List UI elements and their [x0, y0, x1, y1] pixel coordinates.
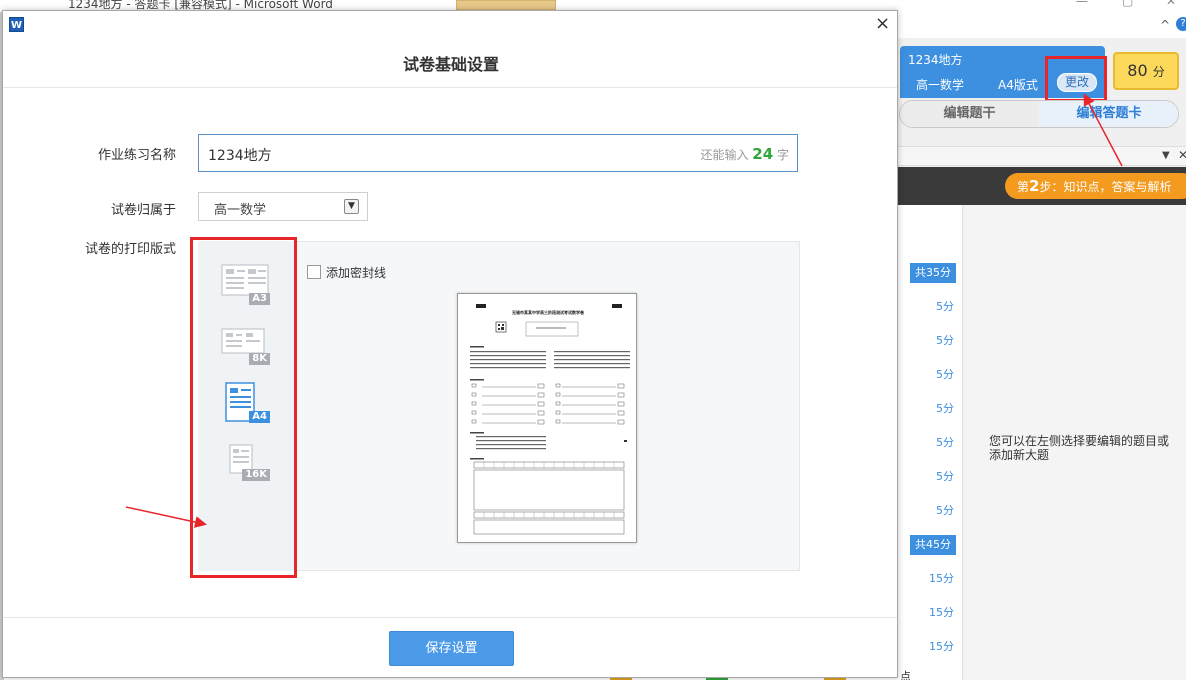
- question-score[interactable]: 5分: [924, 297, 954, 317]
- dialog-close-icon[interactable]: ×: [875, 13, 890, 34]
- remaining-count: 24: [752, 145, 774, 163]
- restore-icon[interactable]: ▢: [1122, 0, 1133, 8]
- basic-settings-dialog: W × 试卷基础设置 作业练习名称 1234地方 还能输入 24 字 试卷归属于…: [2, 10, 898, 678]
- remaining-chars: 还能输入 24 字: [700, 145, 789, 163]
- dialog-title: 试卷基础设置: [402, 55, 499, 74]
- question-score[interactable]: 5分: [924, 433, 954, 453]
- step-indicator: 第2步：知识点，答案与解析: [1005, 173, 1186, 199]
- section-total-score[interactable]: 共45分: [910, 535, 956, 555]
- step-suffix: 步: [1039, 180, 1052, 194]
- paper-subject: 高一数学: [916, 78, 965, 92]
- seal-line-checkbox[interactable]: [307, 265, 321, 279]
- subject-select[interactable]: 高一数学 ▼: [198, 192, 368, 221]
- remaining-suffix: 字: [776, 148, 789, 162]
- question-score[interactable]: 5分: [924, 365, 954, 385]
- subject-select-value: 高一数学: [214, 203, 267, 218]
- answer-sheet-preview: 无锡市某某中学高三阶段测试考试数学卷: [457, 293, 637, 543]
- help-icon[interactable]: ?: [1176, 17, 1186, 31]
- panel-header-bar: [897, 146, 1186, 166]
- answer-sheet-thumbnail: 无锡市某某中学高三阶段测试考试数学卷: [470, 304, 630, 535]
- total-score-unit: 分: [1152, 65, 1165, 79]
- editor-hint: 您可以在左侧选择要编辑的题目或添加新大题: [989, 434, 1170, 462]
- panel-close-icon[interactable]: ✕: [1178, 148, 1186, 162]
- total-score-value: 80: [1127, 61, 1148, 80]
- highlight-box-formats: [190, 237, 297, 578]
- footer-divider: [3, 617, 897, 618]
- section-total-score[interactable]: 共35分: [910, 263, 956, 283]
- tab-edit-stem[interactable]: 编辑题干: [900, 101, 1039, 127]
- remaining-prefix: 还能输入: [700, 148, 749, 162]
- tab-edit-answer-card[interactable]: 编辑答题卡: [1039, 101, 1178, 127]
- question-score[interactable]: 15分: [924, 569, 954, 589]
- question-score[interactable]: 5分: [924, 331, 954, 351]
- name-input[interactable]: 1234地方 还能输入 24 字: [198, 134, 798, 172]
- question-score[interactable]: 5分: [924, 467, 954, 487]
- word-ribbon-tab[interactable]: [456, 0, 556, 10]
- minimize-icon[interactable]: —: [1076, 0, 1088, 8]
- step-number: 2: [1029, 177, 1040, 195]
- subject-label: 试卷归属于: [110, 203, 176, 218]
- question-score[interactable]: 5分: [924, 399, 954, 419]
- question-score[interactable]: 5分: [924, 501, 954, 521]
- paper-format: A4版式: [998, 78, 1038, 92]
- name-input-value[interactable]: 1234地方: [208, 145, 272, 165]
- ribbon-collapse-icon[interactable]: ^: [1160, 18, 1170, 32]
- name-label: 作业练习名称: [97, 148, 176, 163]
- title-divider: [3, 87, 897, 88]
- save-settings-button[interactable]: 保存设置: [389, 631, 514, 666]
- word-app-icon: W: [9, 17, 24, 32]
- chevron-down-icon[interactable]: ▼: [1162, 150, 1170, 161]
- close-window-icon[interactable]: ✕: [1166, 0, 1176, 8]
- total-score-badge: 80 分: [1113, 52, 1179, 90]
- chevron-down-icon[interactable]: ▼: [344, 199, 359, 214]
- question-score[interactable]: 15分: [924, 603, 954, 623]
- seal-line-label[interactable]: 添加密封线: [326, 264, 386, 281]
- paper-name: 1234地方: [908, 53, 963, 67]
- step-prefix: 第: [1017, 180, 1030, 194]
- edit-mode-tabs: 编辑题干 编辑答题卡: [899, 100, 1179, 128]
- layout-label: 试卷的打印版式: [84, 242, 176, 257]
- highlight-box-change: [1045, 56, 1107, 102]
- preview-heading: 无锡市某某中学高三阶段测试考试数学卷: [511, 309, 585, 315]
- question-score[interactable]: 15分: [924, 637, 954, 657]
- panel-bottom-text: 点: [900, 670, 911, 680]
- step-text: 知识点，答案与解析: [1063, 180, 1172, 194]
